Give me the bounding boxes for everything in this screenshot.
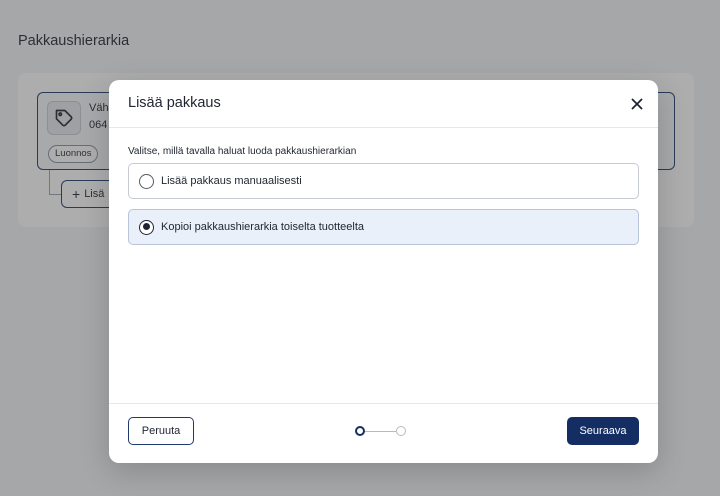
cancel-button[interactable]: Peruuta <box>128 417 194 445</box>
option-manual-label: Lisää pakkaus manuaalisesti <box>161 175 302 187</box>
option-copy-hierarchy[interactable]: Kopioi pakkaushierarkia toiselta tuottee… <box>128 209 639 245</box>
dialog-footer: Peruuta Seuraava <box>109 403 658 463</box>
step-connector <box>365 430 396 432</box>
next-button[interactable]: Seuraava <box>567 417 639 445</box>
dialog-prompt: Valitse, millä tavalla haluat luoda pakk… <box>128 146 357 157</box>
step-1-dot <box>355 426 365 436</box>
add-package-dialog: Lisää pakkaus Valitse, millä tavalla hal… <box>109 80 658 463</box>
close-icon[interactable] <box>630 97 644 111</box>
dialog-header: Lisää pakkaus <box>109 80 658 128</box>
step-2-dot <box>396 426 406 436</box>
option-manual[interactable]: Lisää pakkaus manuaalisesti <box>128 163 639 199</box>
radio-copy-hierarchy[interactable] <box>139 219 154 235</box>
radio-manual[interactable] <box>139 173 154 189</box>
step-indicator <box>355 426 407 436</box>
dialog-title: Lisää pakkaus <box>128 95 221 111</box>
option-copy-hierarchy-label: Kopioi pakkaushierarkia toiselta tuottee… <box>161 221 365 233</box>
